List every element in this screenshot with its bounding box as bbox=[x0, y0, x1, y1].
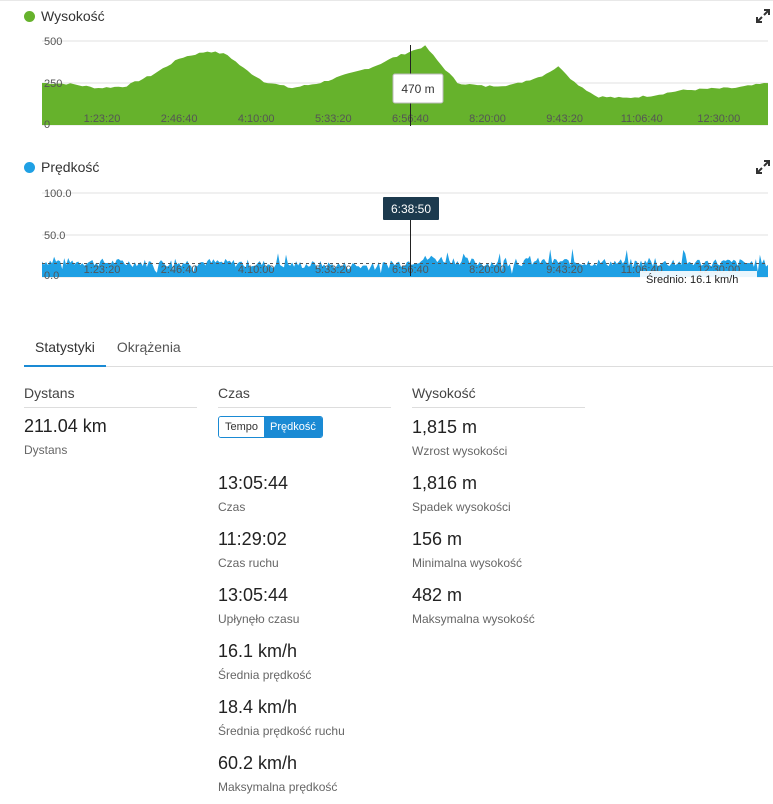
elevation-x-axis: 1:23:20 2:46:40 4:10:00 5:33:20 6:56:40 8:20:… bbox=[84, 113, 741, 125]
stat-label: Minimalna wysokość bbox=[412, 556, 523, 570]
distance-stat: 211.04 km Dystans bbox=[24, 416, 107, 457]
stat-label: Wzrost wysokości bbox=[412, 444, 508, 458]
y-tick-label: 0 bbox=[44, 119, 50, 131]
speed-legend-dot bbox=[24, 161, 35, 173]
stat-item: 60.2 km/h Maksymalna prędkość bbox=[218, 753, 337, 794]
speed-chart[interactable]: 100.0 50.0 0.0 1:23:20 2:46:40 4:10:00 5:33… bbox=[0, 180, 773, 320]
stat-value: 482 m bbox=[412, 585, 463, 605]
stat-item: 13:05:44 Czas bbox=[218, 473, 288, 514]
stat-value: 18.4 km/h bbox=[218, 697, 298, 717]
tab-okrazenia[interactable]: Okrążenia bbox=[106, 333, 192, 367]
speed-tooltip-text: 6:38:50 bbox=[391, 202, 431, 216]
stat-label: Maksymalna wysokość bbox=[412, 612, 535, 626]
stats-tabs: Statystyki Okrążenia bbox=[24, 333, 773, 367]
x-tick-label: 4:10:00 bbox=[238, 264, 275, 276]
speed-chart-header: Prędkość bbox=[24, 157, 99, 177]
speed-average-label-box: Średnio: 16.1 km/h bbox=[640, 271, 757, 286]
stat-value: 211.04 km bbox=[24, 416, 107, 436]
stat-item: 482 m Maksymalna wysokość bbox=[412, 585, 535, 626]
stat-label: Średnia prędkość ruchu bbox=[218, 724, 345, 738]
toggle-predkosc[interactable]: Prędkość bbox=[264, 417, 322, 437]
y-tick-label: 250 bbox=[44, 78, 62, 90]
x-tick-label: 2:46:40 bbox=[161, 113, 198, 125]
x-tick-label: 1:23:20 bbox=[84, 113, 121, 125]
x-tick-label: 4:10:00 bbox=[238, 113, 275, 125]
tab-statystyki[interactable]: Statystyki bbox=[24, 333, 106, 367]
x-tick-label: 5:33:20 bbox=[315, 113, 352, 125]
stat-item: 18.4 km/h Średnia prędkość ruchu bbox=[218, 697, 345, 738]
pace-speed-toggle: Tempo Prędkość bbox=[218, 416, 323, 438]
speed-tooltip: 6:38:50 bbox=[383, 197, 439, 220]
x-tick-label: 8:20:00 bbox=[469, 113, 506, 125]
x-tick-label: 2:46:40 bbox=[161, 264, 198, 276]
elevation-legend-dot bbox=[24, 10, 35, 22]
stat-item: 11:29:02 Czas ruchu bbox=[218, 529, 287, 570]
stat-value: 1,816 m bbox=[412, 473, 478, 493]
elevation-chart-title: Wysokość bbox=[41, 8, 105, 24]
stat-label: Czas ruchu bbox=[218, 556, 279, 570]
y-tick-label: 100.0 bbox=[44, 188, 72, 200]
stat-label: Dystans bbox=[24, 443, 68, 457]
stat-item: 1,816 m Spadek wysokości bbox=[412, 473, 511, 514]
stat-label: Średnia prędkość bbox=[218, 668, 312, 682]
stat-item: 13:05:44 Upłynęło czasu bbox=[218, 585, 299, 626]
elevation-tooltip-text: 470 m bbox=[401, 82, 434, 96]
stat-label: Spadek wysokości bbox=[412, 500, 511, 514]
elevation-heading: Wysokość bbox=[412, 385, 585, 408]
stat-value: 16.1 km/h bbox=[218, 641, 298, 661]
elevation-section: Wysokość bbox=[412, 385, 585, 408]
y-tick-label: 0.0 bbox=[44, 270, 59, 282]
x-tick-label: 12:30:00 bbox=[697, 113, 740, 125]
x-tick-label: 9:43:20 bbox=[546, 113, 583, 125]
y-tick-label: 50.0 bbox=[44, 230, 65, 242]
stat-item: 156 m Minimalna wysokość bbox=[412, 529, 522, 570]
stat-item: 1,815 m Wzrost wysokości bbox=[412, 417, 507, 458]
elevation-chart-header: Wysokość bbox=[24, 6, 105, 26]
distance-heading: Dystans bbox=[24, 385, 197, 408]
distance-section: Dystans bbox=[24, 385, 197, 408]
toggle-tempo[interactable]: Tempo bbox=[219, 417, 265, 437]
elevation-chart[interactable]: 500 250 0 1:23:20 2:46:40 4:10:00 5:33:20 6:… bbox=[0, 30, 773, 165]
stat-value: 156 m bbox=[412, 529, 463, 549]
x-tick-label: 9:43:20 bbox=[546, 264, 583, 276]
stat-label: Upłynęło czasu bbox=[218, 612, 300, 626]
stat-label: Maksymalna prędkość bbox=[218, 780, 338, 794]
x-tick-label: 8:20:00 bbox=[469, 264, 506, 276]
expand-speed-chart-icon[interactable] bbox=[756, 160, 770, 174]
speed-average-label: Średnio: 16.1 km/h bbox=[646, 273, 738, 286]
expand-elevation-chart-icon[interactable] bbox=[756, 9, 770, 23]
time-heading: Czas bbox=[218, 385, 391, 408]
top-divider bbox=[0, 0, 773, 1]
stat-item: 16.1 km/h Średnia prędkość bbox=[218, 641, 311, 682]
stat-value: 60.2 km/h bbox=[218, 753, 298, 773]
x-tick-label: 5:33:20 bbox=[315, 264, 352, 276]
stat-value: 13:05:44 bbox=[218, 585, 289, 605]
y-tick-label: 500 bbox=[44, 36, 62, 48]
speed-chart-title: Prędkość bbox=[41, 159, 100, 175]
stat-value: 11:29:02 bbox=[218, 529, 287, 549]
elevation-tooltip: 470 m bbox=[392, 73, 444, 104]
time-section: Czas bbox=[218, 385, 391, 408]
x-tick-label: 11:06:40 bbox=[621, 113, 663, 125]
x-tick-label: 1:23:20 bbox=[84, 264, 121, 276]
stat-value: 1,815 m bbox=[412, 417, 478, 437]
stat-label: Czas bbox=[218, 500, 246, 514]
stat-value: 13:05:44 bbox=[218, 473, 289, 493]
